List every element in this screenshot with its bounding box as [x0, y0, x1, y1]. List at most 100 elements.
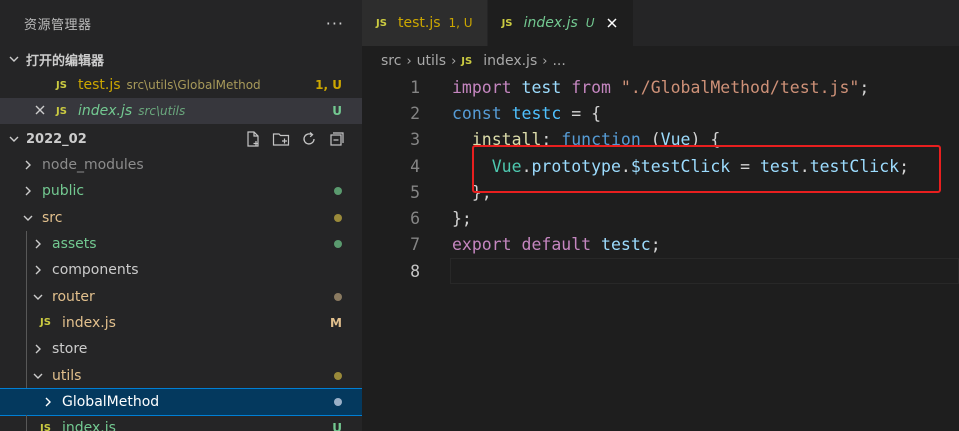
close-icon[interactable] — [605, 16, 619, 30]
code-line: 1 import test from "./GlobalMethod/test.… — [362, 74, 959, 100]
tree-label: components — [52, 262, 139, 279]
line-number: 4 — [410, 156, 420, 176]
status-badge: 1, U — [315, 78, 342, 92]
code-text: Vue.prototype.$testClick = test.testClic… — [491, 156, 910, 176]
tree-label: router — [52, 288, 95, 305]
new-folder-icon[interactable] — [272, 130, 290, 148]
indent-guide — [26, 257, 27, 284]
code-line: 5 }, — [362, 179, 959, 205]
code-text: }, — [471, 182, 492, 202]
chevron-right-icon — [20, 183, 36, 199]
tree-folder-store[interactable]: store — [0, 336, 362, 363]
tree-label: utils — [52, 367, 82, 384]
git-status-dot — [334, 187, 342, 196]
code-line: 2 const testc = { — [362, 100, 959, 126]
js-file-icon: JS — [501, 17, 513, 29]
new-file-icon[interactable] — [244, 130, 262, 148]
current-line-highlight — [450, 258, 959, 285]
editor-area: JS test.js 1, U JS index.js U src › util… — [362, 0, 959, 431]
tab-status: U — [585, 16, 595, 30]
tree-label: index.js — [62, 314, 116, 331]
code-text: import test from "./GlobalMethod/test.js… — [452, 77, 870, 97]
status-badge: U — [332, 421, 342, 431]
more-actions-icon[interactable]: ··· — [326, 14, 344, 33]
close-icon[interactable] — [33, 103, 47, 117]
chevron-right-icon — [20, 157, 36, 173]
status-badge: U — [332, 104, 342, 118]
line-number: 5 — [410, 182, 420, 202]
js-file-icon: JS — [376, 17, 387, 29]
code-text: }; — [452, 209, 472, 229]
open-editor-test-js[interactable]: JS test.js src\utils\GlobalMethod 1, U — [0, 72, 362, 98]
tree-label: public — [42, 183, 85, 200]
breadcrumb-item[interactable]: ... — [552, 53, 565, 69]
js-file-icon: JS — [56, 79, 67, 91]
tree-folder-utils[interactable]: utils — [0, 362, 362, 389]
indent-guide — [26, 362, 27, 389]
open-editor-filename: index.js — [78, 103, 133, 119]
chevron-right-icon: › — [542, 53, 548, 69]
open-editor-path: src\utils\GlobalMethod — [126, 78, 261, 92]
js-file-icon: JS — [461, 55, 473, 67]
git-status-dot — [334, 397, 342, 406]
breadcrumb: src › utils › JS index.js › ... — [362, 46, 959, 76]
indent-guide — [26, 414, 27, 431]
code-line: 7 export default testc; — [362, 232, 959, 258]
breadcrumb-item[interactable]: src — [381, 53, 401, 69]
tab-status: 1, U — [448, 16, 473, 30]
line-number: 1 — [410, 77, 420, 97]
explorer-title: 资源管理器 — [24, 17, 92, 33]
tab-index-js[interactable]: JS index.js U — [487, 0, 634, 46]
tree-label: index.js — [62, 420, 116, 431]
status-badge: M — [330, 315, 342, 330]
git-status-dot — [334, 213, 342, 222]
tab-label: test.js — [398, 15, 441, 31]
js-file-icon: JS — [56, 105, 67, 117]
tab-test-js[interactable]: JS test.js 1, U — [362, 0, 488, 46]
indent-guide — [26, 283, 27, 310]
chevron-right-icon — [30, 236, 46, 252]
code-line: 6 }; — [362, 205, 959, 231]
tree-label: assets — [52, 236, 97, 253]
git-status-dot — [334, 371, 342, 380]
tree-folder-router[interactable]: router — [0, 283, 362, 310]
collapse-all-icon[interactable] — [328, 130, 346, 148]
explorer-sidebar: 资源管理器 ··· 打开的编辑器 JS test.js src\utils\Gl… — [0, 0, 362, 431]
code-line: 3 install: function (Vue) { — [362, 127, 959, 153]
code-editor[interactable]: 1 import test from "./GlobalMethod/test.… — [362, 74, 959, 285]
chevron-right-icon — [30, 341, 46, 357]
open-editor-path: src\utils — [138, 104, 186, 118]
open-editor-filename: test.js — [78, 77, 121, 93]
tab-label: index.js — [523, 15, 578, 31]
chevron-down-icon — [30, 368, 46, 384]
tree-folder-assets[interactable]: assets — [0, 230, 362, 258]
chevron-right-icon: › — [451, 53, 457, 69]
refresh-icon[interactable] — [300, 130, 318, 148]
tree-folder-globalmethod[interactable]: GlobalMethod — [0, 387, 362, 416]
breadcrumb-item[interactable]: index.js — [483, 53, 537, 69]
tree-file-utils-index-js[interactable]: JS index.js U — [0, 414, 362, 431]
tree-file-router-index-js[interactable]: JS index.js M — [0, 309, 362, 337]
git-status-dot — [334, 292, 342, 301]
chevron-down-icon — [6, 51, 22, 67]
chevron-right-icon — [30, 262, 46, 278]
open-editor-index-js[interactable]: JS index.js src\utils U — [0, 98, 362, 124]
tree-folder-node-modules[interactable]: node_modules — [0, 152, 362, 178]
open-editors-section[interactable]: 打开的编辑器 — [0, 46, 362, 72]
chevron-down-icon — [6, 131, 22, 147]
tree-label: store — [52, 341, 88, 358]
chevron-right-icon: › — [406, 53, 412, 69]
code-text: install: function (Vue) { — [471, 130, 721, 150]
tree-folder-src[interactable]: src — [0, 205, 362, 231]
tree-folder-components[interactable]: components — [0, 257, 362, 284]
indent-guide — [26, 309, 27, 337]
js-file-icon: JS — [40, 317, 51, 329]
project-section[interactable]: 2022_02 — [0, 126, 362, 152]
editor-tabs: JS test.js 1, U JS index.js U — [362, 0, 959, 46]
indent-guide — [26, 230, 27, 258]
line-number: 7 — [410, 235, 420, 255]
chevron-down-icon — [30, 289, 46, 305]
tree-folder-public[interactable]: public — [0, 178, 362, 204]
code-text: const testc = { — [452, 103, 602, 123]
breadcrumb-item[interactable]: utils — [417, 53, 446, 69]
